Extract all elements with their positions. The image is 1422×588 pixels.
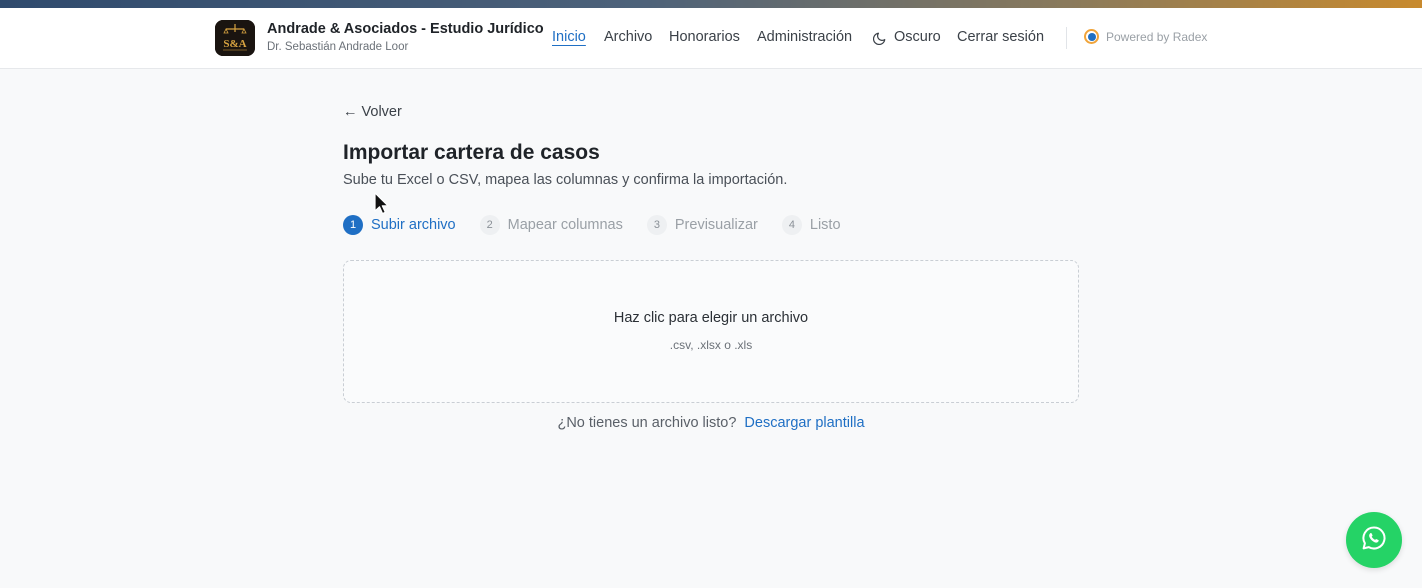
svg-text:S&A: S&A	[223, 38, 246, 50]
app-header: S&A Andrade & Asociados - Estudio Jurídi…	[0, 8, 1422, 69]
nav-archivo[interactable]: Archivo	[604, 29, 652, 45]
top-accent-bar	[0, 0, 1422, 8]
page-subtitle: Sube tu Excel o CSV, mapea las columnas …	[343, 172, 788, 188]
template-row: ¿No tienes un archivo listo? Descargar p…	[343, 415, 1079, 431]
radex-logo-icon	[1084, 29, 1099, 44]
nav-honorarios[interactable]: Honorarios	[669, 29, 740, 45]
nav-inicio[interactable]: Inicio	[552, 29, 586, 45]
mouse-cursor-icon	[373, 192, 391, 221]
header-divider	[1066, 27, 1067, 49]
brand-subtitle: Dr. Sebastián Andrade Loor	[267, 41, 409, 53]
template-question: ¿No tienes un archivo listo?	[557, 415, 737, 431]
whatsapp-icon	[1360, 524, 1388, 557]
back-link[interactable]: ← Volver	[343, 104, 402, 120]
step-done: 4 Listo	[781, 215, 841, 235]
step-upload: 1 Subir archivo	[343, 215, 456, 235]
step-label: Mapear columnas	[507, 217, 623, 233]
step-map-columns: 2 Mapear columnas	[479, 215, 623, 235]
theme-toggle[interactable]: Oscuro	[873, 29, 941, 45]
page-title: Importar cartera de casos	[343, 141, 600, 164]
step-number: 2	[479, 215, 500, 235]
step-number: 4	[781, 215, 802, 235]
step-label: Listo	[809, 217, 841, 233]
brand-name: Andrade & Asociados - Estudio Jurídico	[267, 21, 544, 37]
powered-by-label: Powered by Radex	[1106, 29, 1208, 44]
moon-icon	[873, 30, 888, 45]
logout-button[interactable]: Cerrar sesión	[957, 29, 1044, 45]
file-dropzone[interactable]: Haz clic para elegir un archivo .csv, .x…	[343, 260, 1079, 403]
dropzone-title: Haz clic para elegir un archivo	[613, 310, 809, 326]
nav-administracion[interactable]: Administración	[757, 29, 852, 45]
step-label: Previsualizar	[674, 217, 758, 233]
step-number: 1	[343, 215, 363, 235]
import-stepper: 1 Subir archivo 2 Mapear columnas 3 Prev…	[343, 215, 865, 235]
powered-by[interactable]: Powered by Radex	[1084, 29, 1207, 44]
download-template-link[interactable]: Descargar plantilla	[744, 415, 864, 431]
whatsapp-chat-button[interactable]	[1346, 512, 1402, 568]
step-number: 3	[646, 215, 667, 235]
step-preview: 3 Previsualizar	[646, 215, 758, 235]
dropzone-hint: .csv, .xlsx o .xls	[669, 338, 753, 352]
theme-toggle-label: Oscuro	[894, 29, 941, 45]
firm-logo[interactable]: S&A	[215, 20, 255, 56]
